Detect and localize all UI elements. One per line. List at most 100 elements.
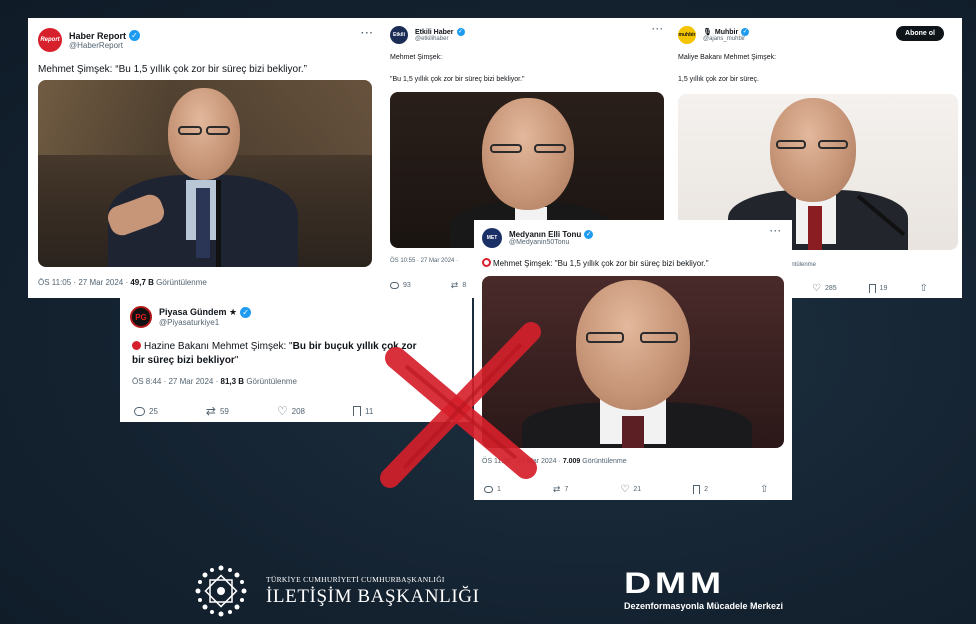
heart-icon: ♡ [812, 282, 821, 294]
red-ring-icon [482, 258, 491, 267]
author-handle[interactable]: @ajans_muhbir [703, 36, 749, 42]
author-name[interactable]: Medyanın Elli Tonu [509, 230, 581, 239]
bookmark-count: 11 [365, 406, 374, 416]
retweet-icon: ⇄ [205, 404, 216, 418]
iletisim-small-text: TÜRKİYE CUMHURİYETİ CUMHURBAŞKANLIĞI [266, 574, 445, 584]
reply-count: 93 [403, 282, 411, 289]
avatar[interactable]: muhbir [678, 26, 696, 44]
like-count: 208 [291, 406, 305, 416]
tweet-text: Mehmet Şimşek: “Bu 1,5 yıllık çok zor bi… [38, 64, 307, 75]
verified-icon: ✓ [240, 307, 252, 318]
verified-icon: ✓ [741, 28, 750, 36]
reply-count: 25 [149, 406, 158, 416]
tweet-text-line1: Maliye Bakanı Mehmet Şimşek: [678, 54, 777, 61]
verified-icon: ✓ [584, 230, 594, 239]
tweet-text-prefix: Hazine Bakanı Mehmet Şimşek: " [144, 341, 293, 352]
tweet-actions: 93 ⇄ 8 [390, 280, 466, 291]
retweet-icon: ⇄ [450, 280, 459, 290]
share-button[interactable]: ⇧ [760, 484, 768, 495]
like-button[interactable]: ♡ 21 [620, 484, 642, 495]
view-count: 7.009 [562, 458, 581, 465]
reply-button[interactable]: 93 [390, 282, 411, 289]
like-count: 21 [633, 486, 642, 493]
avatar[interactable]: Report [38, 28, 62, 52]
retweet-button[interactable]: ⇄ 59 [206, 404, 229, 418]
author-handle[interactable]: @Medyanin50Tonu [509, 239, 593, 246]
tweet-text-body: Mehmet Şimşek: "Bu 1,5 yıllık çok zor bi… [493, 259, 709, 268]
tweet-actions: 25 ⇄ 59 ♡ 208 11 [134, 404, 373, 418]
tweet-time[interactable]: ÖS 8:44 · 27 Mar 2024 · [132, 377, 218, 386]
view-count: 49,7 B [130, 278, 154, 287]
iletisim-title: İLETİŞİM BAŞKANLIĞI [266, 585, 480, 607]
reply-icon [484, 486, 493, 493]
author-handle[interactable]: @etkilihaber [415, 36, 465, 42]
retweet-button[interactable]: ⇄ 8 [451, 280, 466, 291]
heart-icon: ♡ [276, 404, 288, 418]
tweet-card-medyanin-elli-tonu[interactable]: MET Medyanın Elli Tonu ✓ @Medyanin50Tonu… [474, 220, 792, 500]
avatar[interactable]: PG [130, 306, 152, 328]
share-icon: ⇧ [760, 484, 769, 495]
bookmark-icon [868, 284, 876, 293]
tweet-actions: 1 ⇄ 7 ♡ 21 2 ⇧ [484, 484, 768, 495]
verified-icon: ✓ [456, 28, 465, 36]
microphone-icon: 🎙 [703, 29, 712, 36]
retweet-count: 59 [219, 406, 229, 416]
tweet-time[interactable]: ÖS 11:16 · 27 Mar 2024 · [482, 458, 561, 465]
retweet-icon: ⇄ [552, 484, 561, 494]
verified-icon: ✓ [129, 30, 141, 41]
tweet-photo[interactable] [38, 80, 372, 267]
red-circle-icon [132, 341, 141, 350]
retweet-count: 8 [462, 282, 467, 289]
retweet-count: 7 [564, 486, 569, 493]
like-button[interactable]: ♡ 285 [812, 282, 837, 294]
reply-count: 1 [497, 486, 501, 493]
more-options-icon[interactable]: ··· [770, 226, 782, 236]
tweet-card-piyasa-gundem[interactable]: PG Piyasa Gündem ★ ✓ @Piyasaturkiye1 Haz… [120, 298, 472, 422]
tweet-card-haber-report[interactable]: Report Haber Report ✓ @HaberReport ··· M… [28, 18, 386, 298]
tweet-text: Hazine Bakanı Mehmet Şimşek: "Bu bir buç… [132, 340, 432, 367]
bookmark-count: 19 [879, 285, 888, 292]
tweet-photo[interactable] [482, 276, 784, 448]
author-name[interactable]: Piyasa Gündem ★ [159, 307, 237, 318]
avatar[interactable]: Etkili [390, 26, 408, 44]
more-options-icon[interactable]: ··· [652, 24, 664, 34]
tweet-actions: ♡ 285 19 ⇧ [812, 283, 928, 294]
tweet-time[interactable]: ÖS 10:55 · 27 Mar 2024 · [390, 258, 458, 264]
subscribe-button[interactable]: Abone ol [896, 26, 944, 41]
author-name[interactable]: Haber Report [69, 31, 126, 41]
like-count: 285 [824, 285, 837, 292]
bookmark-button[interactable]: 11 [353, 406, 373, 416]
share-icon: ⇧ [919, 283, 928, 294]
avatar[interactable]: MET [482, 228, 502, 248]
tweet-meta: ÖS 11:05 · 27 Mar 2024 · 49,7 B Görüntül… [38, 278, 207, 287]
bookmark-icon [693, 485, 701, 494]
bookmark-count: 2 [704, 486, 709, 493]
share-button[interactable]: ⇧ [919, 283, 927, 294]
tweet-text-line2: 1,5 yıllık çok zor bir süreç. [678, 76, 759, 83]
dmm-logo-text: DMM [624, 567, 725, 600]
tweet-text-suffix: " [234, 354, 239, 366]
reply-icon [134, 406, 145, 416]
author-handle[interactable]: @Piyasaturkiye1 [159, 318, 251, 327]
bookmark-button[interactable]: 2 [693, 485, 708, 494]
dmm-logo: DMM Dezenformasyonla Mücadele Merkezi [624, 569, 784, 612]
tweet-meta: ÖS 11:16 · 27 Mar 2024 · 7.009 Görüntüle… [482, 458, 627, 465]
views-label: Görüntülenme [582, 458, 627, 465]
bookmark-button[interactable]: 19 [868, 284, 888, 293]
reply-icon [390, 282, 399, 289]
author-name[interactable]: Muhbir [715, 29, 738, 36]
more-options-icon[interactable]: ··· [361, 28, 374, 39]
iletisim-logo: TÜRKİYE CUMHURİYETİ CUMHURBAŞKANLIĞI İLE… [188, 562, 480, 620]
reply-button[interactable]: 1 [484, 486, 501, 493]
tweet-time[interactable]: ÖS 11:05 · 27 Mar 2024 · [38, 278, 128, 287]
tweet-meta: ÖS 8:44 · 27 Mar 2024 · 81,3 B Görüntüle… [132, 377, 297, 386]
reply-button[interactable]: 25 [134, 406, 158, 416]
dmm-subtitle: Dezenformasyonla Mücadele Merkezi [624, 601, 784, 611]
retweet-button[interactable]: ⇄ 7 [553, 484, 568, 495]
views-label: Görüntülenme [156, 278, 207, 287]
author-handle[interactable]: @HaberReport [69, 41, 140, 50]
tweet-text-line1: Mehmet Şimşek: [390, 54, 443, 61]
tweet-text-line2: "Bu 1,5 yıllık çok zor bir süreç bizi be… [390, 76, 525, 83]
like-button[interactable]: ♡ 208 [277, 405, 305, 417]
author-name[interactable]: Etkili Haber [415, 29, 454, 36]
